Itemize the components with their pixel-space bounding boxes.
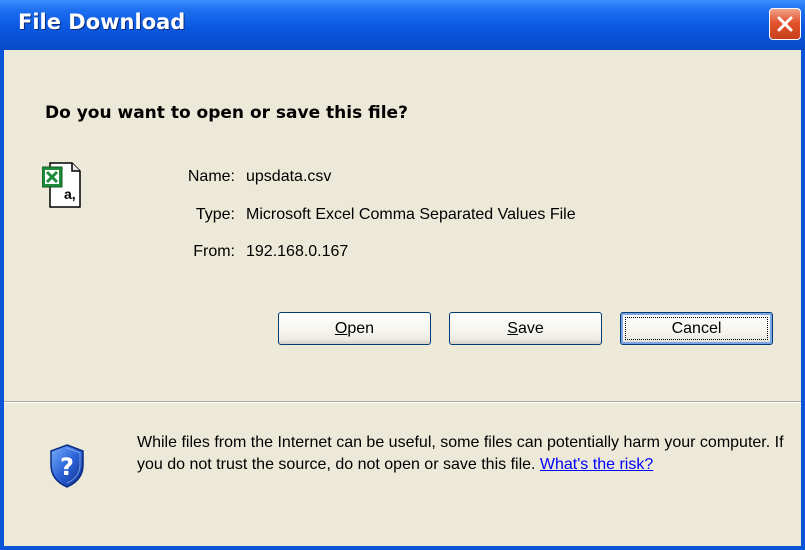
excel-csv-file-icon: a, (42, 162, 81, 208)
window-title: File Download (18, 10, 186, 34)
svg-text:?: ? (60, 453, 74, 481)
save-button-mnemonic: S (507, 320, 518, 337)
cancel-button[interactable]: Cancel (620, 312, 773, 345)
window-frame-right (801, 50, 805, 550)
file-name-value: upsdata.csv (246, 168, 332, 185)
file-type-label: Type: (195, 206, 235, 223)
whats-the-risk-link[interactable]: What's the risk? (540, 456, 653, 473)
svg-text:a,: a, (64, 186, 76, 202)
save-button[interactable]: Save (449, 312, 602, 345)
cancel-button-label: Cancel (671, 320, 722, 337)
dialog-body: Do you want to open or save this file? a… (4, 50, 801, 546)
file-type-value: Microsoft Excel Comma Separated Values F… (246, 206, 576, 223)
security-shield-question-icon: ? (50, 444, 84, 488)
window-frame-bottom (0, 546, 805, 550)
section-divider-highlight (4, 402, 801, 403)
security-warning: While files from the Internet can be use… (137, 432, 787, 476)
security-warning-text: While files from the Internet can be use… (137, 434, 784, 473)
file-download-dialog: File Download Do you want to open or sav… (0, 0, 805, 550)
open-button[interactable]: Open (278, 312, 431, 345)
save-button-label: ave (517, 320, 544, 337)
open-button-label: pen (347, 320, 375, 337)
close-icon (777, 16, 793, 32)
file-source-label: From: (193, 243, 235, 260)
open-button-mnemonic: O (334, 320, 348, 337)
file-name-label: Name: (187, 168, 235, 185)
dialog-question: Do you want to open or save this file? (45, 103, 408, 123)
close-button[interactable] (769, 8, 801, 40)
file-source-value: 192.168.0.167 (246, 243, 349, 260)
title-bar[interactable]: File Download (0, 0, 805, 50)
